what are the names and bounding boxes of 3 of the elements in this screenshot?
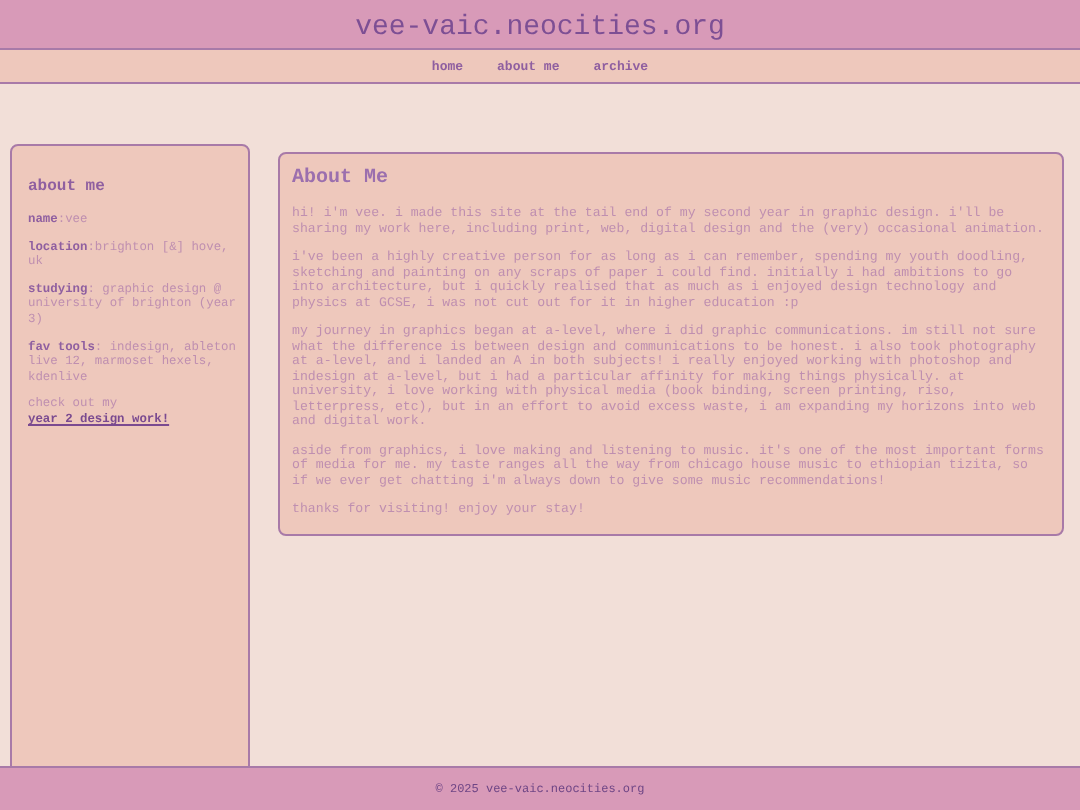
about-heading: About Me [292,168,391,190]
site-title: vee-vaic.neocities.org [355,10,725,46]
sidebar-heading: about me [28,178,107,196]
